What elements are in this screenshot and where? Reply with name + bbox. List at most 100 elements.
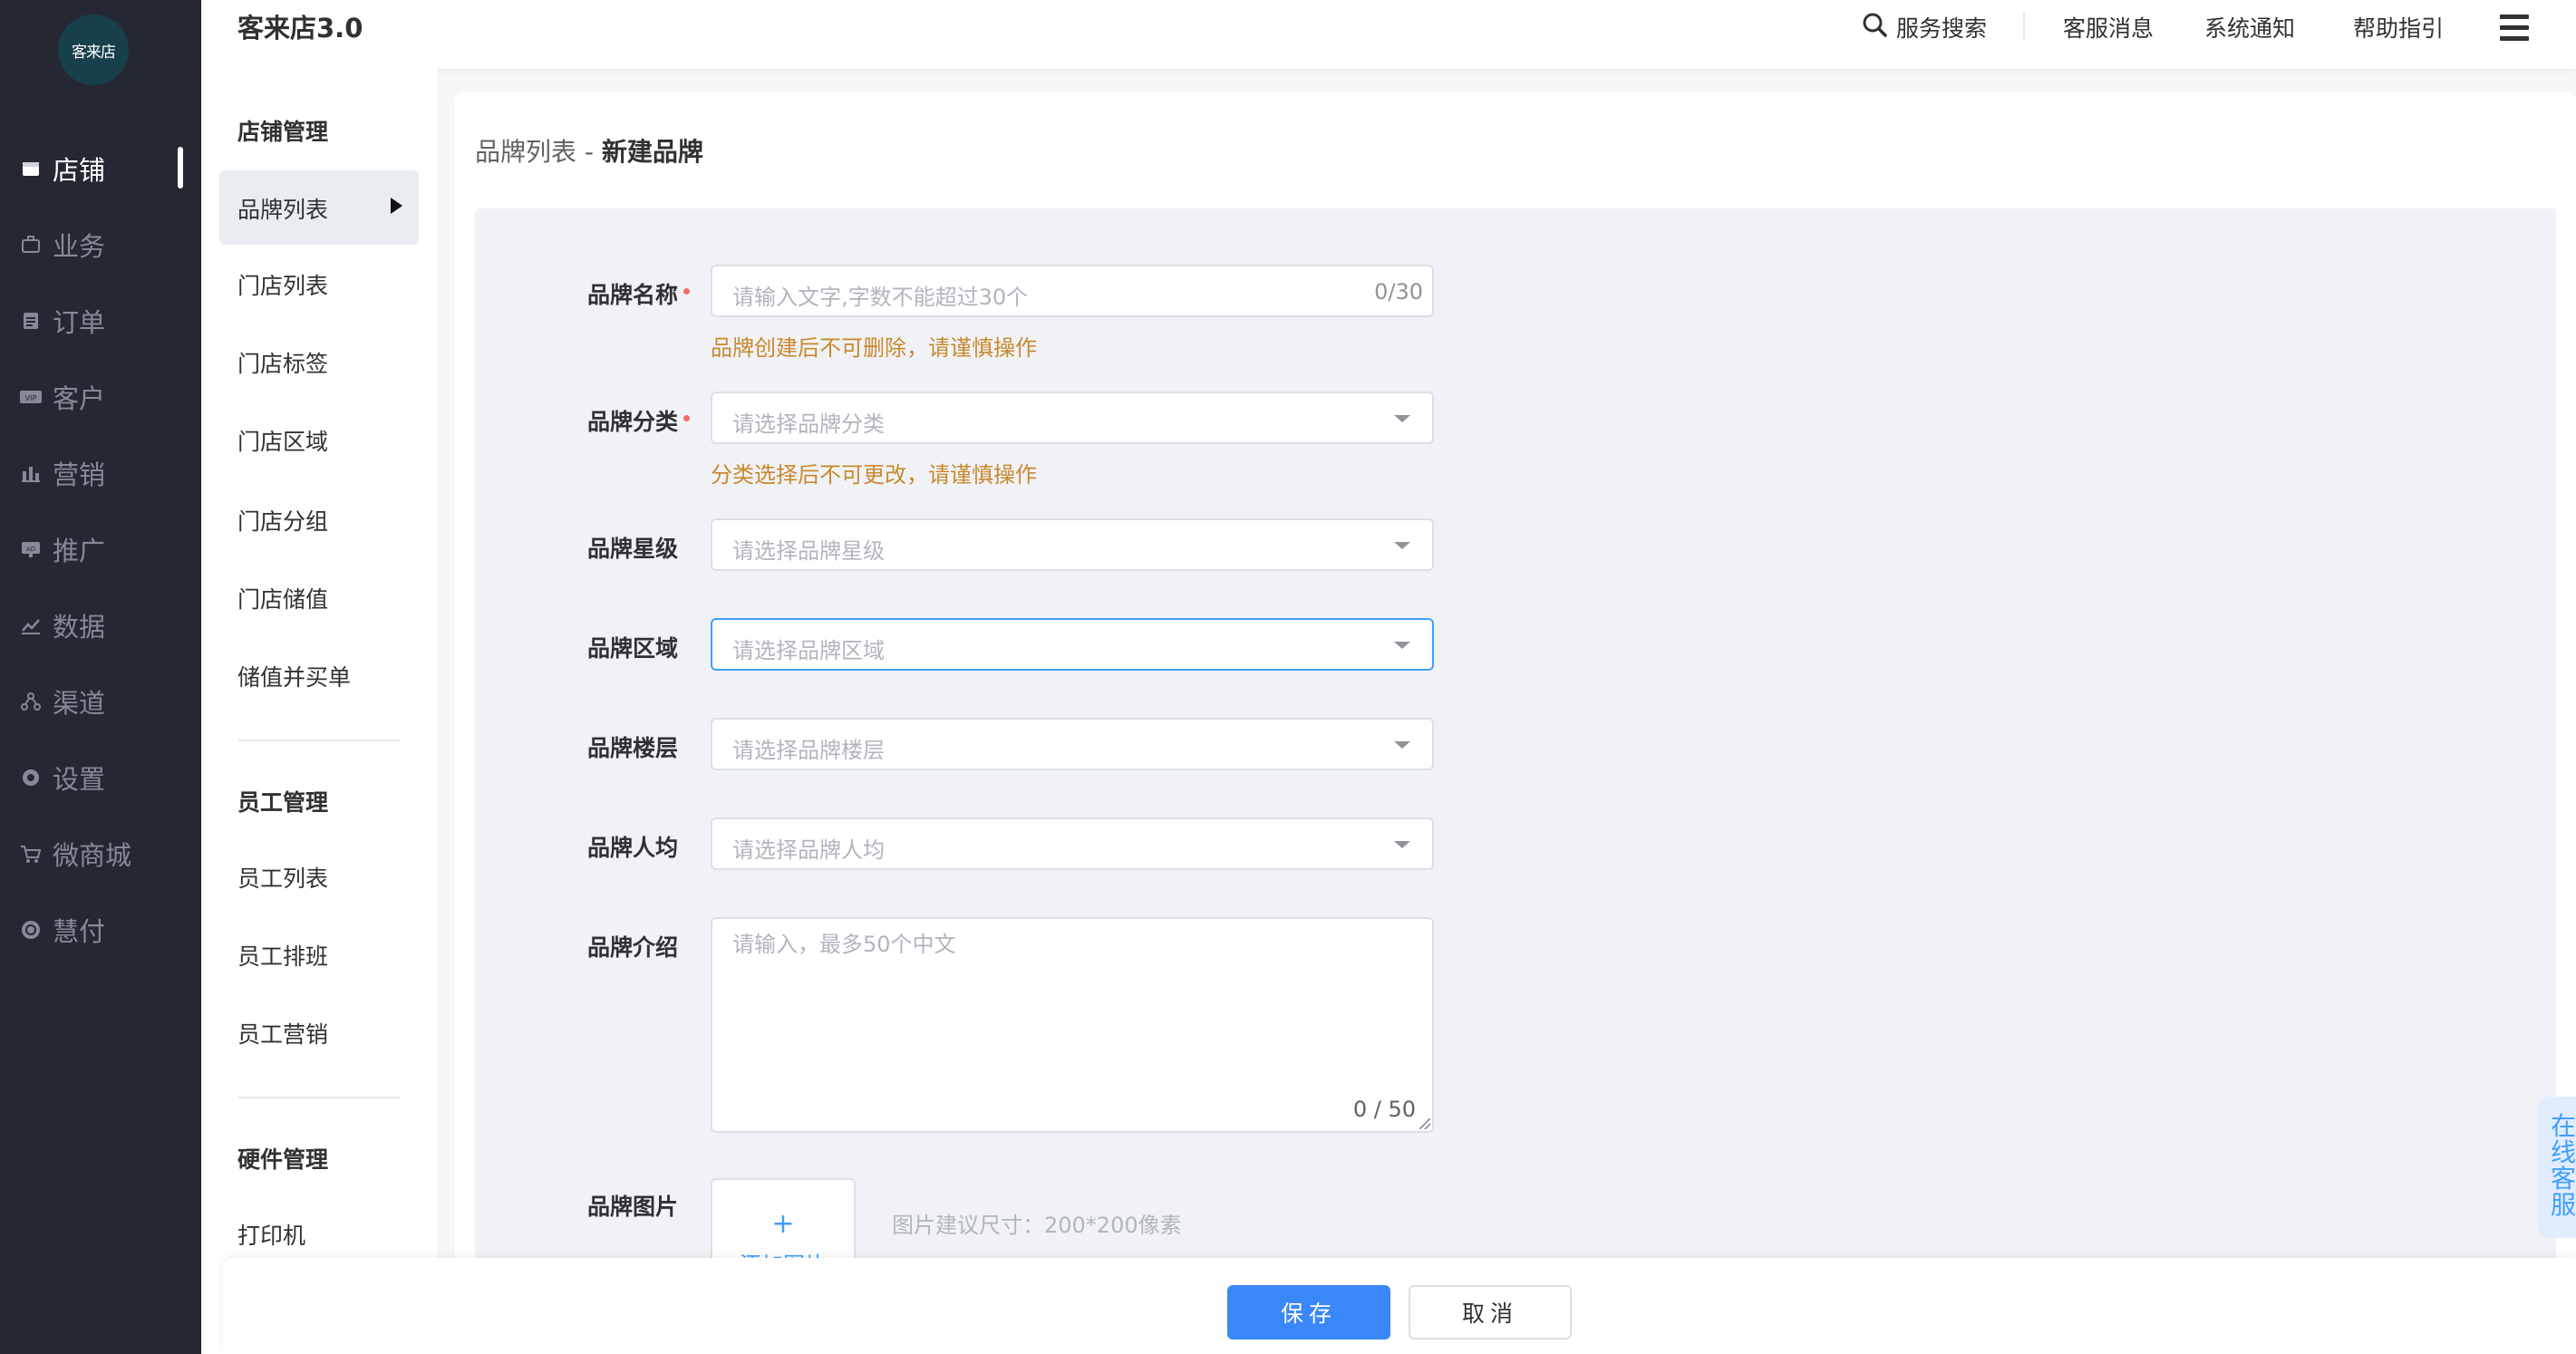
resize-handle-icon[interactable] <box>1419 1118 1430 1129</box>
nav-label: 微商城 <box>53 840 132 871</box>
search-icon <box>1862 12 1887 43</box>
brand-avg-price-label: 品牌人均 <box>587 835 679 861</box>
brand-category-placeholder: 请选择品牌分类 <box>732 411 885 437</box>
svg-text:VIP: VIP <box>25 394 37 402</box>
vip-icon: VIP <box>18 384 44 410</box>
svg-text:AD: AD <box>26 546 35 553</box>
brand-intro-placeholder: 请输入，最多50个中文 <box>732 932 956 957</box>
sub-item-printer[interactable]: 打印机 <box>237 1218 305 1251</box>
brand-image-label: 品牌图片 <box>587 1194 679 1220</box>
brand-intro-counter: 0 / 50 <box>1352 1097 1416 1122</box>
nav-label: 店铺 <box>53 155 106 186</box>
active-indicator <box>178 147 183 189</box>
service-search-button[interactable]: 服务搜索 <box>1862 11 1987 44</box>
sub-item-stored-value-checkout[interactable]: 储值并买单 <box>237 660 351 692</box>
sub-item-store-group[interactable]: 门店分组 <box>237 504 328 537</box>
gear-icon <box>18 765 44 790</box>
sub-item-staff-list[interactable]: 员工列表 <box>237 861 328 894</box>
brand-name-warning: 品牌创建后不可删除，请谨慎操作 <box>711 335 1037 361</box>
nav-label: 营销 <box>53 459 106 490</box>
channel-icon <box>18 689 44 714</box>
nav-label: 推广 <box>53 536 106 566</box>
brand-name-label: 品牌名称 <box>587 282 679 308</box>
chevron-down-icon <box>1394 542 1410 549</box>
nav-item-channel[interactable]: 渠道 <box>0 674 201 729</box>
nav-item-pay[interactable]: 慧付 <box>0 903 201 957</box>
briefcase-icon <box>18 232 44 257</box>
bar-chart-icon <box>18 460 44 486</box>
nav-label: 订单 <box>53 307 106 338</box>
breadcrumb-parent[interactable]: 品牌列表 <box>475 137 576 167</box>
brand-category-warning: 分类选择后不可更改，请谨慎操作 <box>711 462 1037 488</box>
sub-item-staff-marketing[interactable]: 员工营销 <box>237 1017 328 1049</box>
brand-name-input[interactable]: 请输入文字,字数不能超过30个 0/30 <box>711 265 1434 317</box>
brand-stars-label: 品牌星级 <box>587 536 679 562</box>
group-divider <box>237 740 401 741</box>
brand-stars-select[interactable]: 请选择品牌星级 <box>711 518 1434 571</box>
online-service-button[interactable]: 在线客服 <box>2538 1097 2576 1238</box>
sub-item-store-tags[interactable]: 门店标签 <box>237 346 328 379</box>
brand-floor-select[interactable]: 请选择品牌楼层 <box>711 718 1434 770</box>
nav-item-store[interactable]: 店铺 <box>0 141 201 196</box>
sub-item-staff-schedule[interactable]: 员工排班 <box>237 939 328 972</box>
nav-item-settings[interactable]: 设置 <box>0 750 201 805</box>
line-chart-icon <box>18 613 44 638</box>
ad-icon: AD <box>18 537 44 562</box>
sub-item-store-list[interactable]: 门店列表 <box>237 268 328 301</box>
brand-region-placeholder: 请选择品牌区域 <box>732 638 885 663</box>
form-action-bar: 保存 取消 <box>223 1258 2576 1354</box>
brand-region-label: 品牌区域 <box>587 635 679 662</box>
sub-item-store-region[interactable]: 门店区域 <box>237 424 328 457</box>
brand-category-select[interactable]: 请选择品牌分类 <box>711 392 1434 444</box>
save-button[interactable]: 保存 <box>1227 1285 1390 1339</box>
brand-form: 品牌名称 请输入文字,字数不能超过30个 0/30 品牌创建后不可删除，请谨慎操… <box>475 208 2556 1354</box>
chevron-down-icon <box>1394 415 1410 422</box>
sub-item-label: 品牌列表 <box>237 197 329 223</box>
image-size-hint: 图片建议尺寸：200*200像素 <box>892 1213 1182 1238</box>
nav-label: 客户 <box>53 383 106 414</box>
chevron-down-icon <box>1394 642 1410 649</box>
nav-item-orders[interactable]: 订单 <box>0 294 201 348</box>
cancel-button[interactable]: 取消 <box>1409 1285 1572 1339</box>
nav-item-mall[interactable]: 微商城 <box>0 827 201 881</box>
brand-avg-price-select[interactable]: 请选择品牌人均 <box>711 817 1434 870</box>
nav-item-marketing[interactable]: 营销 <box>0 446 201 500</box>
sub-item-store-stored-value[interactable]: 门店储值 <box>237 582 328 614</box>
breadcrumb: 品牌列表 - 新建品牌 <box>475 132 703 169</box>
chevron-down-icon <box>1394 741 1410 749</box>
nav-label: 业务 <box>53 231 106 262</box>
caret-right-icon <box>391 198 402 214</box>
brand-name-counter: 0/30 <box>1374 279 1423 305</box>
plus-icon: + <box>771 1208 795 1240</box>
group-title-hardware: 硬件管理 <box>237 1146 329 1173</box>
nav-item-promotion[interactable]: AD 推广 <box>0 522 201 576</box>
sub-item-brand-list[interactable]: 品牌列表 <box>219 170 419 245</box>
online-service-label: 在线客服 <box>2551 1111 2576 1220</box>
group-title-staff: 员工管理 <box>237 789 329 816</box>
brand-floor-placeholder: 请选择品牌楼层 <box>732 738 885 763</box>
brand-logo[interactable]: 客来店 <box>58 15 129 85</box>
main-content-card: 品牌列表 - 新建品牌 品牌名称 请输入文字,字数不能超过30个 0/30 品牌… <box>455 92 2576 1354</box>
breadcrumb-separator: - <box>576 137 602 167</box>
group-title-store: 店铺管理 <box>237 119 329 145</box>
order-icon <box>18 308 44 334</box>
brand-intro-label: 品牌介绍 <box>587 934 679 961</box>
brand-intro-textarea[interactable]: 请输入，最多50个中文 0 / 50 <box>711 917 1434 1133</box>
brand-region-select[interactable]: 请选择品牌区域 <box>711 618 1434 671</box>
menu-icon[interactable] <box>2500 15 2529 47</box>
help-guide-link[interactable]: 帮助指引 <box>2353 11 2444 44</box>
logo-text: 客来店 <box>72 43 116 62</box>
brand-name-placeholder: 请输入文字,字数不能超过30个 <box>732 285 1029 310</box>
brand-floor-label: 品牌楼层 <box>587 735 679 761</box>
nav-item-customers[interactable]: VIP 客户 <box>0 370 201 424</box>
customer-message-link[interactable]: 客服消息 <box>2063 11 2154 44</box>
brand-avg-price-placeholder: 请选择品牌人均 <box>732 837 885 863</box>
top-header: 客来店3.0 服务搜索 客服消息 系统通知 帮助指引 <box>201 0 2576 69</box>
main-sidebar: 客来店 店铺 业务 订单 VIP 客户 营销 AD 推广 数据 渠道 设置 微商… <box>0 0 201 1354</box>
nav-label: 设置 <box>53 764 106 795</box>
required-mark <box>683 288 690 295</box>
coin-icon <box>18 917 44 943</box>
system-notice-link[interactable]: 系统通知 <box>2204 11 2295 44</box>
nav-item-data[interactable]: 数据 <box>0 598 201 653</box>
nav-item-business[interactable]: 业务 <box>0 218 201 272</box>
